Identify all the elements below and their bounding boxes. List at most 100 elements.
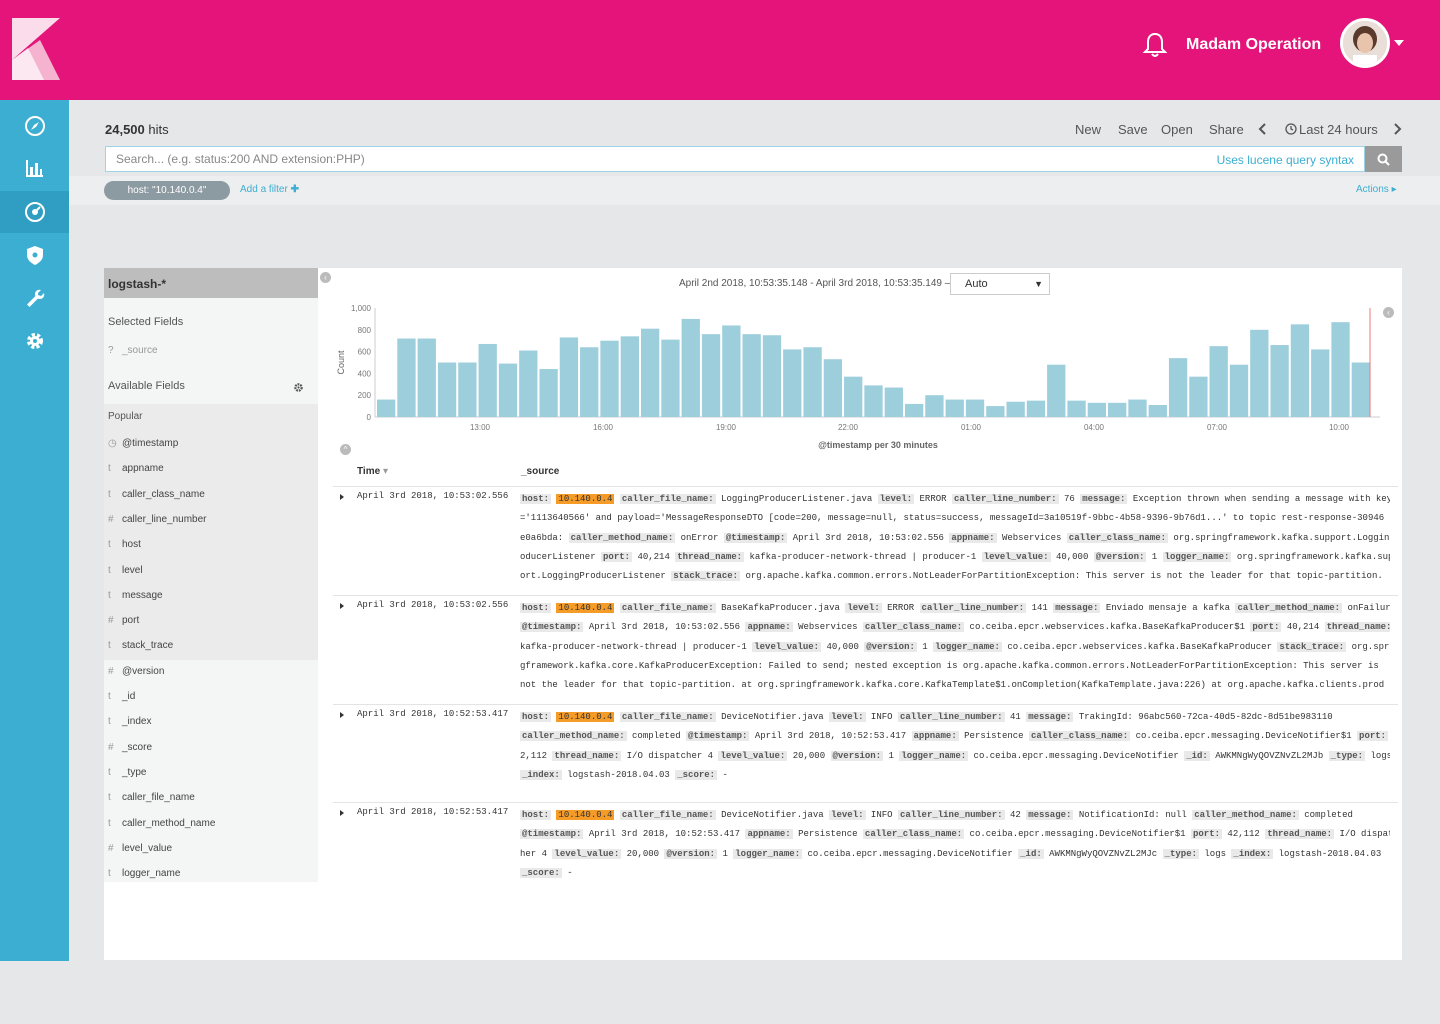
histogram-bar[interactable] <box>377 399 396 417</box>
histogram-bar[interactable] <box>1148 405 1167 417</box>
field-item-levelvalue[interactable]: # level_value <box>108 843 172 854</box>
histogram-bar[interactable] <box>1331 322 1350 417</box>
new-button[interactable]: New <box>1075 122 1101 137</box>
actions-link[interactable]: Actions ▸ <box>1356 184 1397 195</box>
histogram-bar[interactable] <box>884 387 903 417</box>
field-item-host[interactable]: t host <box>108 539 141 550</box>
histogram-bar[interactable] <box>762 335 782 417</box>
field-settings-gear-icon[interactable] <box>294 383 303 392</box>
histogram-bar[interactable] <box>1351 362 1370 418</box>
field-item-level[interactable]: t level <box>108 565 143 576</box>
histogram-bar[interactable] <box>1128 399 1147 417</box>
time-back-chevron-icon[interactable] <box>1258 123 1268 135</box>
time-picker-button[interactable]: Last 24 hours <box>1299 122 1378 137</box>
histogram-bar[interactable] <box>1168 358 1188 417</box>
histogram-bar[interactable] <box>1067 400 1086 417</box>
index-pattern-selector[interactable]: logstash-* <box>104 268 318 298</box>
histogram-bar[interactable] <box>498 363 518 417</box>
lucene-syntax-link[interactable]: Uses lucene query syntax <box>1217 153 1354 167</box>
histogram-bar[interactable] <box>1209 346 1228 417</box>
histogram-bar[interactable] <box>844 376 863 417</box>
field-item-loggername[interactable]: t logger_name <box>108 868 180 879</box>
histogram-bar[interactable] <box>1229 364 1249 417</box>
collapse-sidebar-icon[interactable]: ‹ <box>320 272 331 283</box>
time-forward-chevron-icon[interactable] <box>1392 123 1402 135</box>
sidebar-item-visualize[interactable] <box>0 147 69 189</box>
sidebar-item-dev-tools[interactable] <box>0 277 69 319</box>
histogram-bar[interactable] <box>1270 345 1289 417</box>
histogram-bar[interactable] <box>1311 349 1330 417</box>
expand-row-caret-icon[interactable] <box>340 712 344 718</box>
field-item-callerfilename[interactable]: t caller_file_name <box>108 792 195 803</box>
histogram-bar[interactable] <box>1250 329 1269 417</box>
field-item-message[interactable]: t message <box>108 590 163 601</box>
interval-select[interactable]: Auto ▼ <box>950 273 1050 295</box>
histogram-chart[interactable]: 0 200 400 600 800 1,000 Count 13:00 16:00 19:00 22… <box>330 300 1390 460</box>
field-item-port[interactable]: # port <box>108 615 139 626</box>
field-item-index[interactable]: t _index <box>108 716 151 727</box>
collapse-chart-icon[interactable]: ^ <box>340 444 351 455</box>
histogram-bar[interactable] <box>701 334 721 417</box>
field-item-timestamp[interactable]: ◷ @timestamp <box>108 438 178 449</box>
histogram-bar[interactable] <box>417 338 436 417</box>
time-column-header[interactable]: Time ▾ <box>357 466 388 477</box>
histogram-bar[interactable] <box>803 347 822 417</box>
expand-row-caret-icon[interactable] <box>340 603 344 609</box>
histogram-bar[interactable] <box>580 347 599 417</box>
histogram-bar[interactable] <box>559 337 579 417</box>
histogram-bar[interactable] <box>925 395 944 417</box>
username-label[interactable]: Madam Operation <box>1186 36 1321 54</box>
histogram-bar[interactable] <box>1047 364 1066 417</box>
histogram-bar[interactable] <box>661 339 680 417</box>
expand-row-caret-icon[interactable] <box>340 810 344 816</box>
field-item-callerclassname[interactable]: t caller_class_name <box>108 489 205 500</box>
sidebar-item-timelion[interactable] <box>0 234 69 276</box>
add-filter-link[interactable]: Add a filter ✚ <box>240 184 299 195</box>
field-item-id[interactable]: t _id <box>108 691 135 702</box>
histogram-bar[interactable] <box>1290 324 1310 417</box>
histogram-bar[interactable] <box>519 350 538 417</box>
kibana-logo[interactable] <box>0 0 68 100</box>
histogram-bar[interactable] <box>1189 376 1208 417</box>
histogram-bar[interactable] <box>823 359 843 417</box>
expand-row-caret-icon[interactable] <box>340 494 344 500</box>
histogram-bar[interactable] <box>1108 402 1127 417</box>
histogram-bar[interactable] <box>1087 402 1107 417</box>
histogram-bar[interactable] <box>742 334 761 417</box>
save-button[interactable]: Save <box>1118 122 1148 137</box>
histogram-bar[interactable] <box>864 385 883 417</box>
sidebar-item-dashboard[interactable] <box>0 191 69 233</box>
filter-pill-host[interactable]: host: "10.140.0.4" <box>104 181 230 200</box>
field-item-callerlinenumber[interactable]: # caller_line_number <box>108 514 207 525</box>
histogram-bar[interactable] <box>681 318 700 417</box>
histogram-bar[interactable] <box>437 362 457 418</box>
open-button[interactable]: Open <box>1161 122 1193 137</box>
share-button[interactable]: Share <box>1209 122 1244 137</box>
field-item-stacktrace[interactable]: t stack_trace <box>108 640 173 651</box>
histogram-bar[interactable] <box>904 403 924 417</box>
field-item-source[interactable]: ? _source <box>108 345 158 356</box>
user-avatar[interactable] <box>1340 18 1390 68</box>
field-item-version[interactable]: # @version <box>108 666 164 677</box>
user-menu-chevron-down-icon[interactable] <box>1394 40 1404 46</box>
histogram-bar[interactable] <box>986 406 1005 417</box>
histogram-bar[interactable] <box>458 362 477 418</box>
search-input[interactable]: Search... (e.g. status:200 AND extension… <box>105 146 1365 172</box>
histogram-bar[interactable] <box>640 328 660 417</box>
histogram-bar[interactable] <box>945 399 964 417</box>
sidebar-item-discover[interactable] <box>0 105 69 147</box>
histogram-bar[interactable] <box>722 325 741 417</box>
notifications-bell-icon[interactable] <box>1140 30 1170 60</box>
sidebar-item-management[interactable] <box>0 320 69 362</box>
search-button[interactable] <box>1365 146 1402 172</box>
histogram-bar[interactable] <box>1026 400 1046 417</box>
field-item-callermethodname[interactable]: t caller_method_name <box>108 818 215 829</box>
histogram-bar[interactable] <box>600 340 619 417</box>
histogram-bar[interactable] <box>539 369 558 417</box>
histogram-bar[interactable] <box>783 349 802 417</box>
histogram-bar[interactable] <box>478 343 497 417</box>
histogram-bar[interactable] <box>1006 401 1025 417</box>
histogram-bar[interactable] <box>620 336 639 417</box>
field-item-type[interactable]: t _type <box>108 767 146 778</box>
field-item-appname[interactable]: t appname <box>108 463 164 474</box>
